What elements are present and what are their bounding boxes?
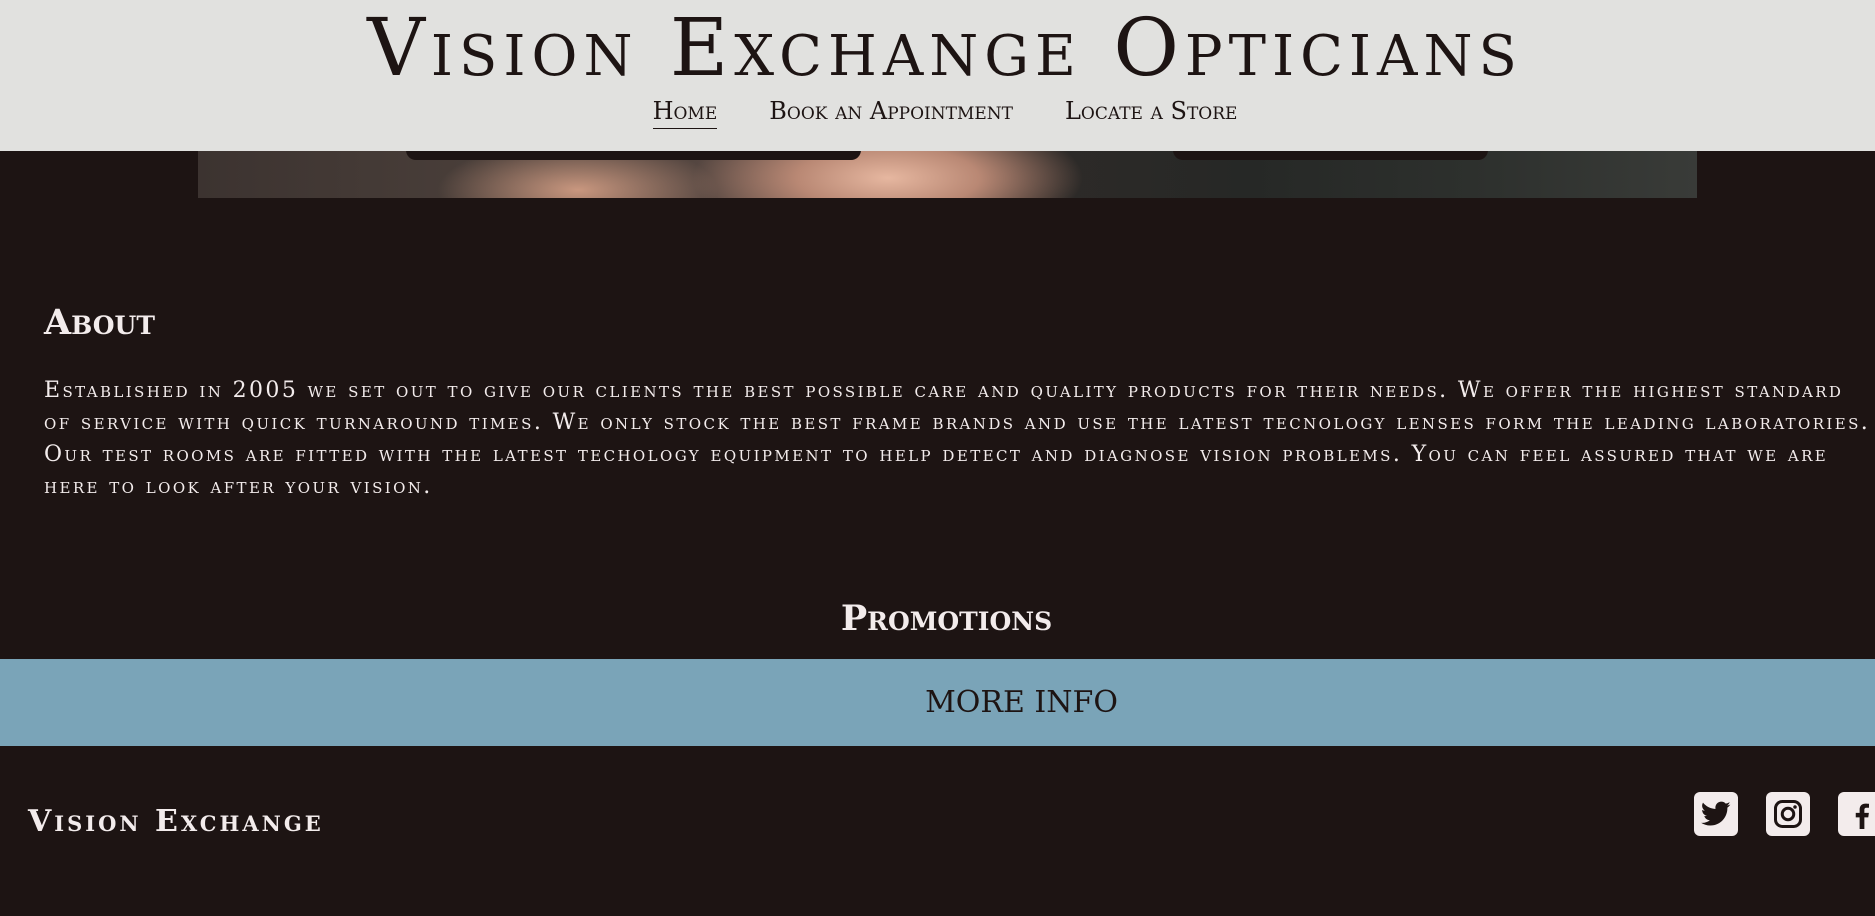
nav-item-book-appointment[interactable]: Book an Appointment bbox=[769, 96, 1013, 129]
main-nav: Home Book an Appointment Locate a Store bbox=[0, 96, 1875, 129]
site-title: Vision Exchange Opticians bbox=[367, 1, 1523, 94]
promotions-heading: Promotions bbox=[840, 598, 1053, 639]
about-heading: About bbox=[44, 302, 155, 343]
twitter-icon[interactable] bbox=[1694, 792, 1738, 836]
facebook-icon[interactable] bbox=[1838, 792, 1875, 836]
nav-item-home[interactable]: Home bbox=[652, 96, 718, 129]
page: Vision Exchange Opticians Home Book an A… bbox=[0, 0, 1875, 916]
more-info-label: MORE INFO bbox=[925, 685, 1118, 720]
site-header: Vision Exchange Opticians Home Book an A… bbox=[0, 0, 1875, 151]
nav-item-locate-store[interactable]: Locate a Store bbox=[1065, 96, 1237, 129]
footer-brand: Vision Exchange bbox=[28, 804, 324, 839]
about-text: Established in 2005 we set out to give o… bbox=[44, 378, 1871, 499]
instagram-icon[interactable] bbox=[1766, 792, 1810, 836]
more-info-button[interactable]: MORE INFO bbox=[0, 659, 1875, 746]
